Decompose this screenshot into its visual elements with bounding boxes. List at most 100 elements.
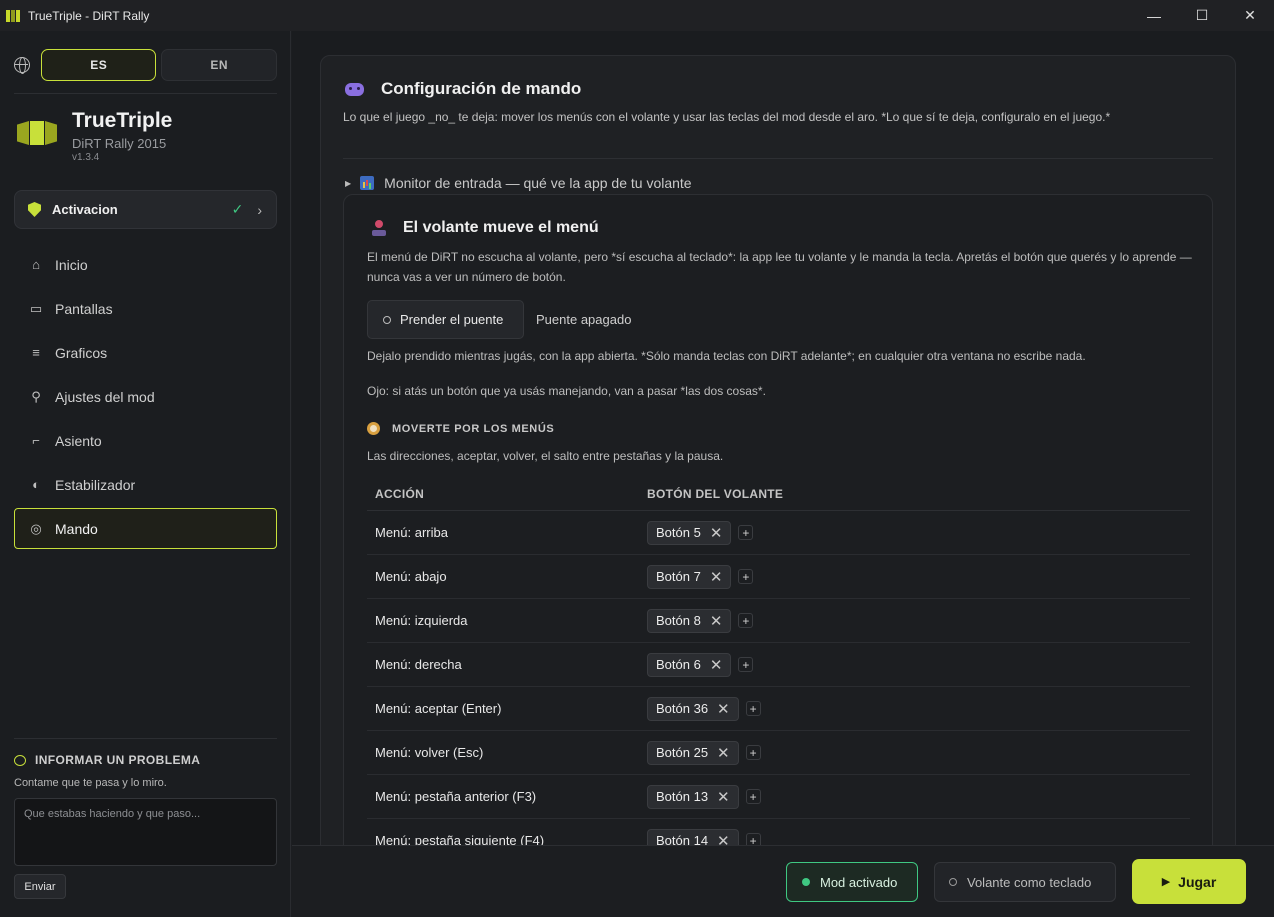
menu-nav-heading: MOVERTE POR LOS MENÚS xyxy=(367,422,554,435)
input-monitor-label: Monitor de entrada — qué ve la app de tu… xyxy=(384,175,692,191)
sidebar-item-asiento[interactable]: ⌐ Asiento xyxy=(14,420,277,461)
wheel-as-keyboard-button[interactable]: Volante como teclado xyxy=(934,862,1116,902)
binding-chip: Botón 5 ✕ xyxy=(647,520,732,545)
window-title: TrueTriple - DiRT Rally xyxy=(28,8,150,23)
sidebar-item-label: Asiento xyxy=(55,432,102,449)
table-row: Menú: aceptar (Enter) Botón 36 ✕ + xyxy=(367,687,1190,731)
remove-binding-icon[interactable]: ✕ xyxy=(710,612,723,630)
maximize-button[interactable]: ☐ xyxy=(1178,0,1226,31)
sidebar-item-mando[interactable]: ◎ Mando xyxy=(14,508,277,549)
section-title: El volante mueve el menú xyxy=(372,219,599,237)
remove-binding-icon[interactable]: ✕ xyxy=(710,524,723,542)
sidebar-item-label: Inicio xyxy=(55,256,88,273)
status-dot-icon xyxy=(949,878,957,886)
status-dot-icon xyxy=(383,315,391,324)
report-subtitle: Contame que te pasa y lo miro. xyxy=(14,777,167,789)
add-binding-button[interactable]: + xyxy=(738,657,754,672)
sidebar-nav: ⌂ Inicio ▭ Pantallas ≡ Graficos ⚲ Ajustes de… xyxy=(14,244,277,552)
binding-label: Botón 36 xyxy=(656,701,709,716)
compass-icon xyxy=(367,422,380,435)
remove-binding-icon[interactable]: ✕ xyxy=(717,700,730,718)
add-binding-button[interactable]: + xyxy=(745,745,761,760)
binding-label: Botón 6 xyxy=(656,657,701,672)
sidebar-item-label: Pantallas xyxy=(55,300,113,317)
mod-status-button[interactable]: Mod activado xyxy=(786,862,918,902)
minimize-button[interactable]: — xyxy=(1130,0,1178,31)
binding-chip: Botón 6 ✕ xyxy=(647,652,732,677)
lang-es-button[interactable]: ES xyxy=(40,49,157,81)
menu-nav-description: Las direcciones, aceptar, volver, el sal… xyxy=(367,449,724,463)
report-textarea[interactable]: Que estabas haciendo y que paso... xyxy=(14,798,277,866)
sidebar-item-inicio[interactable]: ⌂ Inicio xyxy=(14,244,277,285)
binding-label: Botón 7 xyxy=(656,569,701,584)
sidebar-item-label: Graficos xyxy=(55,344,108,361)
brand-version: v1.3.4 xyxy=(72,152,100,163)
joystick-icon xyxy=(372,220,386,236)
page-subtitle: Lo que el juego _no_ te deja: mover los … xyxy=(343,110,1111,124)
add-binding-button[interactable]: + xyxy=(738,525,754,540)
action-label: Menú: derecha xyxy=(375,657,462,672)
home-icon: ⌂ xyxy=(32,257,40,272)
sidebar-item-estabilizador[interactable]: ◐ Estabilizador xyxy=(14,464,277,505)
play-button[interactable]: ▶ Jugar xyxy=(1132,859,1246,904)
play-label: Jugar xyxy=(1178,873,1217,890)
binding-chip: Botón 8 ✕ xyxy=(647,608,732,633)
brand: TrueTriple DiRT Rally 2015 v1.3.4 xyxy=(14,109,277,169)
brand-name: TrueTriple xyxy=(72,109,173,132)
bridge-button-label: Prender el puente xyxy=(400,312,504,327)
remove-binding-icon[interactable]: ✕ xyxy=(710,568,723,586)
binding-label: Botón 13 xyxy=(656,789,709,804)
footer-bar: Mod activado Volante como teclado ▶ Juga… xyxy=(292,845,1274,917)
bridge-note: Dejalo prendido mientras jugás, con la a… xyxy=(367,349,1086,363)
sidebar-item-pantallas[interactable]: ▭ Pantallas xyxy=(14,288,277,329)
app-logo-icon xyxy=(6,9,22,22)
bridge-toggle-button[interactable]: Prender el puente xyxy=(367,300,524,339)
language-selector: ES EN xyxy=(14,49,277,81)
globe-icon xyxy=(14,57,30,74)
steering-wheel-icon: ◎ xyxy=(30,520,42,536)
remove-binding-icon[interactable]: ✕ xyxy=(710,656,723,674)
sliders-icon: ≡ xyxy=(32,345,40,360)
activation-button[interactable]: Activacion ✓ › xyxy=(14,190,277,229)
add-binding-button[interactable]: + xyxy=(745,833,761,845)
expand-triangle-icon: ▶ xyxy=(345,178,352,188)
binding-chip: Botón 7 ✕ xyxy=(647,564,732,589)
add-binding-button[interactable]: + xyxy=(745,701,761,716)
sidebar-item-ajustes[interactable]: ⚲ Ajustes del mod xyxy=(14,376,277,417)
page-title: Configuración de mando xyxy=(345,79,581,99)
table-row: Menú: arriba Botón 5 ✕ + xyxy=(367,511,1190,555)
remove-binding-icon[interactable]: ✕ xyxy=(717,832,730,846)
input-monitor-toggle[interactable]: ▶ Monitor de entrada — qué ve la app de … xyxy=(345,175,692,191)
add-binding-button[interactable]: + xyxy=(738,569,754,584)
action-label: Menú: arriba xyxy=(375,525,448,540)
sidebar-item-label: Estabilizador xyxy=(55,476,136,493)
remove-binding-icon[interactable]: ✕ xyxy=(717,744,730,762)
binding-chip: Botón 25 ✕ xyxy=(647,740,739,765)
table-header: ACCIÓN BOTÓN DEL VOLANTE xyxy=(367,477,1190,511)
send-button[interactable]: Enviar xyxy=(14,874,66,899)
table-row: Menú: volver (Esc) Botón 25 ✕ + xyxy=(367,731,1190,775)
table-row: Menú: izquierda Botón 8 ✕ + xyxy=(367,599,1190,643)
table-row: Menú: abajo Botón 7 ✕ + xyxy=(367,555,1190,599)
divider xyxy=(14,738,277,739)
chevron-right-icon: › xyxy=(257,201,262,218)
add-binding-button[interactable]: + xyxy=(745,789,761,804)
section-description: El menú de DiRT no escucha al volante, p… xyxy=(367,250,1192,284)
binding-label: Botón 5 xyxy=(656,525,701,540)
wheel-menu-section: El volante mueve el menú El menú de DiRT… xyxy=(343,194,1213,845)
divider xyxy=(343,158,1213,159)
remove-binding-icon[interactable]: ✕ xyxy=(717,788,730,806)
add-binding-button[interactable]: + xyxy=(738,613,754,628)
wheel-as-keyboard-label: Volante como teclado xyxy=(967,874,1092,890)
sidebar-item-graficos[interactable]: ≡ Graficos xyxy=(14,332,277,373)
column-header-action: ACCIÓN xyxy=(375,486,425,501)
binding-label: Botón 14 xyxy=(656,833,709,845)
lang-en-button[interactable]: EN xyxy=(161,49,277,81)
action-label: Menú: pestaña anterior (F3) xyxy=(375,789,537,804)
action-label: Menú: abajo xyxy=(375,569,447,584)
sidebar: ES EN TrueTriple DiRT Rally 2015 v1.3.4 … xyxy=(0,31,291,917)
close-button[interactable]: ✕ xyxy=(1226,0,1274,31)
action-label: Menú: volver (Esc) xyxy=(375,745,484,760)
action-label: Menú: pestaña siguiente (F4) xyxy=(375,833,545,845)
table-row: Menú: pestaña anterior (F3) Botón 13 ✕ + xyxy=(367,775,1190,819)
